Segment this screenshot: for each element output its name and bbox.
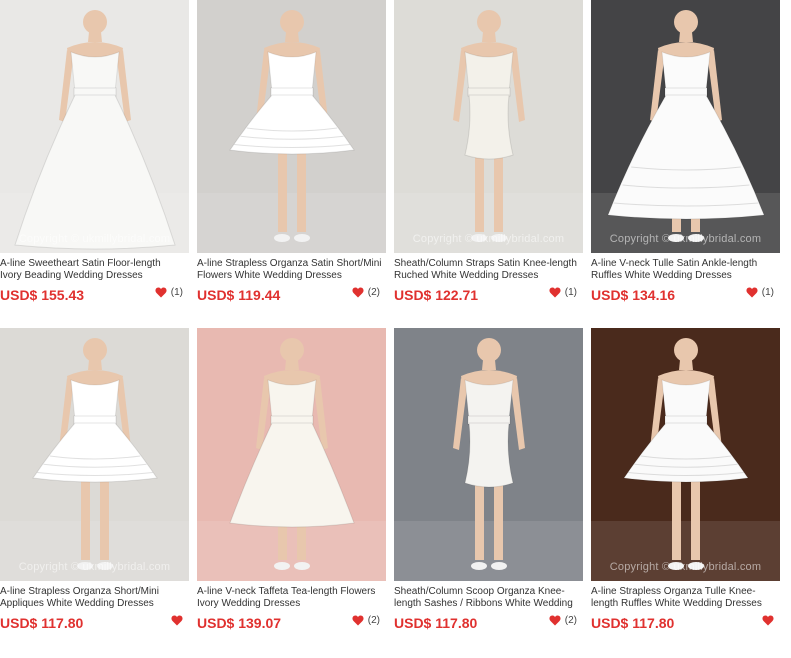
product-title[interactable]: A-line Strapless Organza Satin Short/Min… <box>197 258 386 282</box>
favorite-rating[interactable] <box>762 615 774 626</box>
dress-photo[interactable] <box>197 0 386 253</box>
heart-icon[interactable] <box>171 615 183 626</box>
product-card[interactable]: Copyright © ukmillybridal.com Sheath/Colu… <box>394 0 583 304</box>
favorite-count: (1) <box>564 287 577 298</box>
product-image[interactable]: Copyright © ukmillybridal.com <box>591 328 780 581</box>
dress-photo[interactable] <box>394 328 583 581</box>
product-price: USD$ 117.80 <box>591 615 675 631</box>
favorite-rating[interactable]: (2) <box>352 287 380 298</box>
product-card[interactable]: A-line V-neck Taffeta Tea-length Flowers… <box>197 328 386 632</box>
dress-photo[interactable] <box>591 0 780 253</box>
dress-photo[interactable] <box>197 328 386 581</box>
product-image[interactable]: Copyright © ukmillybridal.com <box>591 0 780 253</box>
favorite-count: (2) <box>367 287 380 298</box>
copyright-watermark: Copyright © ukmillybridal.com <box>412 233 565 245</box>
product-card[interactable]: Sheath/Column Scoop Organza Knee-length … <box>394 328 583 632</box>
heart-icon[interactable] <box>352 287 364 298</box>
copyright-watermark: Copyright © ukmillybridal.com <box>18 561 171 573</box>
product-title[interactable]: Sheath/Column Straps Satin Knee-length R… <box>394 258 583 282</box>
product-image[interactable] <box>197 328 386 581</box>
product-image[interactable]: Copyright © ukmillybridal.com <box>0 328 189 581</box>
heart-icon[interactable] <box>762 615 774 626</box>
dress-photo[interactable] <box>591 328 780 581</box>
copyright-watermark: Copyright © ukmillybridal.com <box>609 561 762 573</box>
favorite-count: (2) <box>564 615 577 626</box>
heart-icon[interactable] <box>352 615 364 626</box>
product-title[interactable]: A-line Strapless Organza Tulle Knee-leng… <box>591 586 780 610</box>
favorite-rating[interactable] <box>171 615 183 626</box>
dress-photo[interactable] <box>394 0 583 253</box>
product-image[interactable] <box>197 0 386 253</box>
product-card[interactable]: Copyright © ukmillybridal.com A-line Swee… <box>0 0 189 304</box>
favorite-rating[interactable]: (2) <box>549 615 577 626</box>
product-price: USD$ 117.80 <box>0 615 84 631</box>
heart-icon[interactable] <box>549 287 561 298</box>
favorite-rating[interactable]: (1) <box>549 287 577 298</box>
product-card[interactable]: A-line Strapless Organza Satin Short/Min… <box>197 0 386 304</box>
favorite-rating[interactable]: (1) <box>746 287 774 298</box>
product-grid: Copyright © ukmillybridal.com A-line Swee… <box>0 0 791 658</box>
favorite-rating[interactable]: (2) <box>352 615 380 626</box>
product-title[interactable]: Sheath/Column Scoop Organza Knee-length … <box>394 586 583 610</box>
product-image[interactable] <box>394 328 583 581</box>
favorite-count: (2) <box>367 615 380 626</box>
heart-icon[interactable] <box>746 287 758 298</box>
product-image[interactable]: Copyright © ukmillybridal.com <box>0 0 189 253</box>
copyright-watermark: Copyright © ukmillybridal.com <box>609 233 762 245</box>
product-card[interactable]: Copyright © ukmillybridal.com A-line Stra… <box>591 328 780 632</box>
favorite-count: (1) <box>761 287 774 298</box>
product-title[interactable]: A-line Strapless Organza Short/Mini Appl… <box>0 586 189 610</box>
product-title[interactable]: A-line Sweetheart Satin Floor-length Ivo… <box>0 258 189 282</box>
heart-icon[interactable] <box>549 615 561 626</box>
product-title[interactable]: A-line V-neck Taffeta Tea-length Flowers… <box>197 586 386 610</box>
dress-photo[interactable] <box>0 0 189 253</box>
product-card[interactable]: Copyright © ukmillybridal.com A-line Stra… <box>0 328 189 632</box>
product-title[interactable]: A-line V-neck Tulle Satin Ankle-length R… <box>591 258 780 282</box>
copyright-watermark: Copyright © ukmillybridal.com <box>18 233 171 245</box>
favorite-rating[interactable]: (1) <box>155 287 183 298</box>
heart-icon[interactable] <box>155 287 167 298</box>
product-card[interactable]: Copyright © ukmillybridal.com A-line V-ne… <box>591 0 780 304</box>
favorite-count: (1) <box>170 287 183 298</box>
product-image[interactable]: Copyright © ukmillybridal.com <box>394 0 583 253</box>
dress-photo[interactable] <box>0 328 189 581</box>
